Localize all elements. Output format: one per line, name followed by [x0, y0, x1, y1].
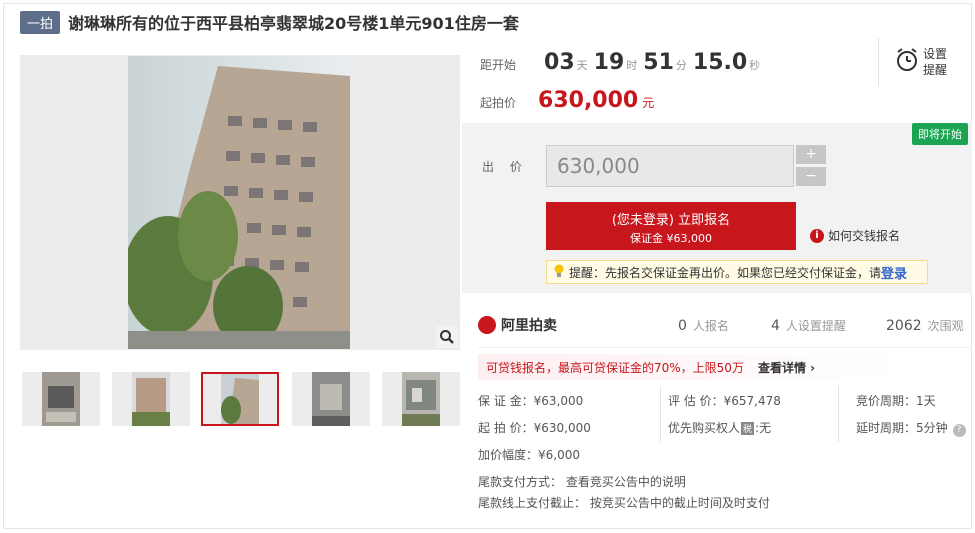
- column-divider-2: [838, 386, 839, 442]
- thumbnail-4-image: [312, 372, 350, 426]
- appraisal-info: 评 估 价：¥657,478: [668, 394, 781, 408]
- thumbnail-1-image: [42, 372, 80, 426]
- bid-amount-field[interactable]: 630,000: [546, 145, 794, 187]
- lightbulb-icon: [553, 264, 565, 281]
- view-count-value: 2062: [886, 318, 922, 334]
- signup-button-label: (您未登录) 立即报名: [611, 213, 731, 228]
- start-price-label: 起拍价: [480, 96, 517, 110]
- start-price-row: 起拍价 630,000 元: [480, 88, 654, 113]
- signup-count-value: 0: [678, 318, 687, 334]
- countdown-label: 距开始: [480, 58, 517, 72]
- help-icon[interactable]: ?: [952, 424, 966, 437]
- thumbnail-2[interactable]: [112, 372, 190, 426]
- signup-button[interactable]: (您未登录) 立即报名 保证金 ¥63,000: [546, 202, 796, 250]
- signup-count: 0 人报名: [678, 317, 729, 334]
- loan-details-link[interactable]: 查看详情 ›: [758, 359, 815, 376]
- view-count: 2062 次围观: [886, 317, 964, 334]
- increment-info: 加价幅度：¥6,000: [478, 448, 580, 462]
- countdown-seconds-unit: 秒: [749, 59, 761, 72]
- howto-pay-label: 如何交钱报名: [828, 229, 901, 243]
- priority-label: 优先购买权人: [668, 421, 741, 435]
- loan-banner: 可贷钱报名，最高可贷保证金的70%，上限50万 查看详情 ›: [478, 354, 898, 380]
- thumbnail-5-image: [402, 372, 440, 426]
- signup-deposit-label: 保证金 ¥63,000: [630, 232, 712, 245]
- property-photo: [128, 56, 350, 349]
- countdown-hours-unit: 时: [626, 59, 638, 72]
- thumbnail-strip: [20, 372, 460, 428]
- reminder-count-value: 4: [771, 318, 780, 334]
- login-link[interactable]: 登录: [881, 263, 907, 282]
- ali-brand-name: 阿里拍卖: [501, 318, 557, 334]
- view-count-label: 次围观: [927, 319, 964, 333]
- priority-info: 优先购买权人税:无: [668, 419, 771, 436]
- deposit-info: 保 证 金：¥63,000: [478, 394, 584, 408]
- reminder-count-label: 人设置提醒: [785, 319, 846, 333]
- info-icon: i: [810, 228, 824, 243]
- countdown-days: 03: [544, 50, 575, 75]
- start-price-info: 起 拍 价：¥630,000: [478, 421, 591, 435]
- bid-label: 出 价: [482, 160, 528, 174]
- countdown: 距开始 03 天 19 时 51 分 15.0 秒: [480, 50, 760, 75]
- thumbnail-5[interactable]: [382, 372, 460, 426]
- delay-info: 延时周期：5分钟?: [856, 419, 966, 437]
- tax-icon: 税: [741, 422, 755, 435]
- final-payment-info: 尾款支付方式： 查看竞买公告中的说明: [478, 475, 686, 489]
- final-deadline-info: 尾款线上支付截止： 按竞买公告中的截止时间及时支付: [478, 496, 770, 510]
- thumbnail-4[interactable]: [292, 372, 370, 426]
- main-image[interactable]: [20, 55, 460, 350]
- round-tag: 一拍: [20, 10, 61, 34]
- countdown-seconds: 15.0: [692, 50, 748, 75]
- increase-bid-button[interactable]: +: [796, 145, 826, 164]
- bid-panel: 即将开始 出 价 630,000 + − (您未登录) 立即报名 保证金 ¥63…: [462, 123, 972, 293]
- tip-text: 提醒：先报名交保证金再出价。如果您已经交付保证金，请: [569, 265, 882, 280]
- alarm-clock-icon: [895, 47, 919, 77]
- status-badge: 即将开始: [912, 123, 968, 145]
- countdown-days-unit: 天: [576, 59, 588, 72]
- set-reminder-button[interactable]: 设置提醒: [878, 38, 968, 86]
- ali-auction-logo: 阿里拍卖: [478, 315, 557, 335]
- thumbnail-2-image: [132, 372, 170, 426]
- ali-logo-icon: [478, 316, 496, 334]
- reminder-count: 4 人设置提醒: [771, 317, 846, 334]
- countdown-minutes-unit: 分: [675, 59, 687, 72]
- divider: [478, 347, 972, 348]
- reminder-label: 设置提醒: [923, 47, 948, 77]
- loan-text: 可贷钱报名，最高可贷保证金的70%，上限50万: [486, 360, 744, 375]
- signup-count-label: 人报名: [692, 319, 729, 333]
- login-tip: 提醒：先报名交保证金再出价。如果您已经交付保证金，请 登录: [546, 260, 928, 284]
- priority-value: :无: [755, 421, 772, 435]
- start-price-unit: 元: [642, 96, 655, 110]
- zoom-icon[interactable]: [436, 326, 458, 348]
- page-title: 谢琳琳所有的位于西平县柏亭翡翠城20号楼1单元901住房一套: [68, 14, 519, 33]
- column-divider: [660, 386, 661, 442]
- countdown-minutes: 51: [643, 50, 674, 75]
- cycle-info: 竞价周期：1天: [856, 394, 936, 408]
- thumbnail-3[interactable]: [201, 372, 279, 426]
- thumbnail-1[interactable]: [22, 372, 100, 426]
- howto-pay-link[interactable]: i 如何交钱报名: [810, 227, 900, 244]
- decrease-bid-button[interactable]: −: [796, 167, 826, 186]
- countdown-hours: 19: [593, 50, 625, 75]
- delay-text: 延时周期：5分钟: [856, 421, 948, 435]
- start-price-value: 630,000: [538, 88, 639, 113]
- thumbnail-3-image: [221, 374, 259, 428]
- title-bar: 一拍 谢琳琳所有的位于西平县柏亭翡翠城20号楼1单元901住房一套: [20, 10, 519, 34]
